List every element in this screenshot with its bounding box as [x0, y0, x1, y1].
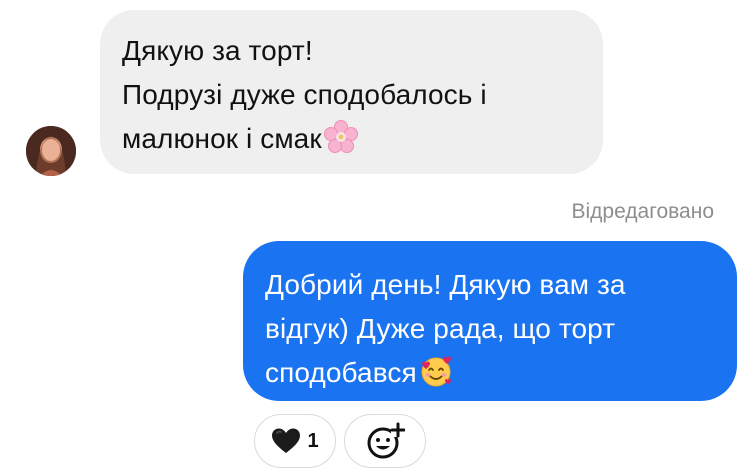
avatar-image	[26, 126, 76, 176]
add-reaction-button[interactable]	[344, 414, 426, 468]
incoming-message-line-1: Дякую за торт!	[122, 35, 313, 66]
outgoing-message-line-2: відгук) Дуже рада, що торт	[265, 313, 616, 344]
outgoing-message-line-3-text: сподобався	[265, 357, 417, 388]
incoming-message-line-3-text: малюнок і смак	[122, 123, 322, 154]
black-heart-icon	[272, 428, 301, 453]
outgoing-message-bubble[interactable]: Добрий день! Дякую вам за відгук) Дуже р…	[243, 241, 737, 401]
chat-thread: Дякую за торт! Подрузі дуже сподобалось …	[0, 0, 748, 476]
outgoing-message-line-3: сподобався	[265, 351, 717, 395]
smiling-face-with-hearts-icon	[421, 356, 451, 387]
incoming-message-line-2: Подрузі дуже сподобалось і	[122, 79, 487, 110]
avatar[interactable]	[26, 126, 76, 176]
incoming-message-bubble[interactable]: Дякую за торт! Подрузі дуже сподобалось …	[100, 10, 603, 174]
cherry-blossom-icon	[323, 120, 358, 153]
outgoing-message-line-1: Добрий день! Дякую вам за	[265, 269, 626, 300]
heart-reaction-count: 1	[307, 429, 319, 452]
incoming-message-line-3: малюнок і смак	[122, 117, 581, 161]
add-reaction-icon	[367, 422, 405, 459]
edited-label: Відредаговано	[571, 200, 714, 223]
heart-reaction-button[interactable]: 1	[254, 414, 336, 468]
message-reactions: 1	[254, 414, 426, 468]
